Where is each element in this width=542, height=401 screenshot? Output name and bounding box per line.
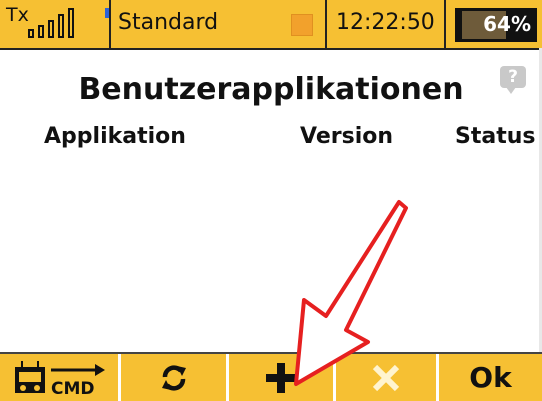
annotation-arrow <box>294 200 408 386</box>
screen: Tx Standard 12:22:50 64% Benutzerapplika… <box>0 0 542 401</box>
